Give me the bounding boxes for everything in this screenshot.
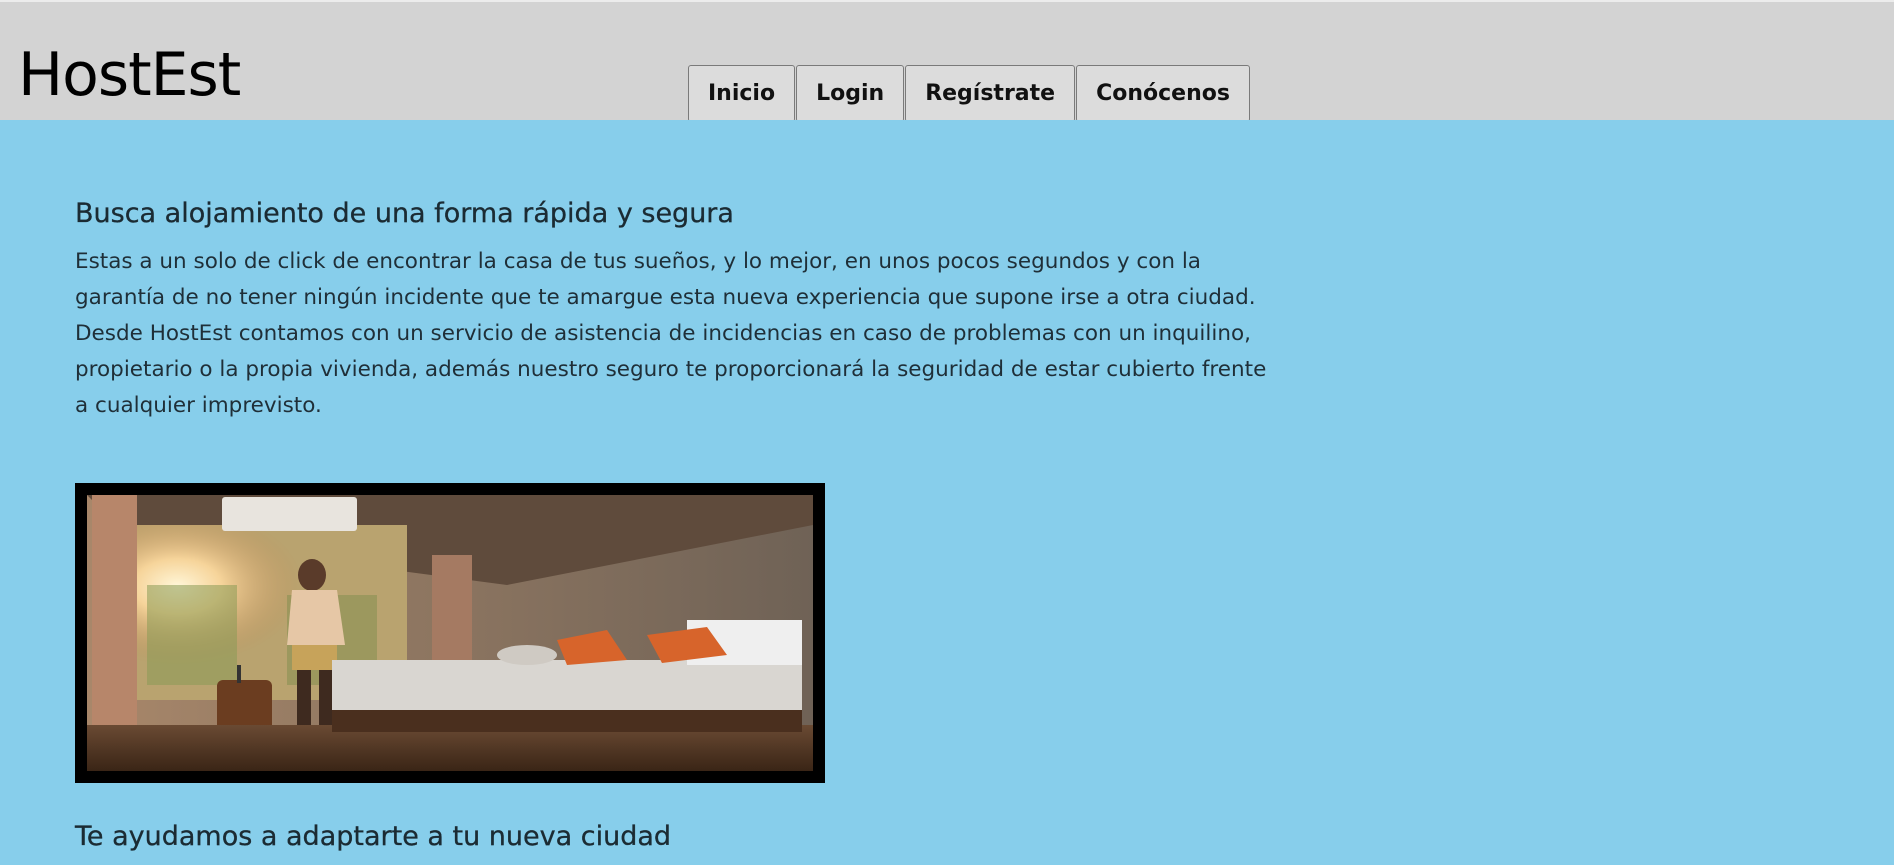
main-content: Busca alojamiento de una forma rápida y … [0,120,1894,865]
section-title-adapt: Te ayudamos a adaptarte a tu nueva ciuda… [75,821,672,852]
main-nav: Inicio Login Regístrate Conócenos [688,65,1250,122]
nav-button-inicio[interactable]: Inicio [688,65,796,122]
nav-button-registrate[interactable]: Regístrate [905,65,1076,122]
page-edge [1894,0,1898,865]
hotel-room-illustration [87,495,813,771]
section-text-search: Estas a un solo de click de encontrar la… [75,249,1267,418]
hero-image-frame [75,483,825,783]
nav-button-conocenos[interactable]: Conócenos [1076,65,1250,122]
hotel-room-image [87,495,813,771]
section-title-search: Busca alojamiento de una forma rápida y … [75,198,734,229]
site-logo[interactable]: HostEst [18,40,241,110]
page: HostEst Inicio Login Regístrate Conóceno… [0,0,1898,865]
nav-button-login[interactable]: Login [796,65,905,122]
site-header: HostEst Inicio Login Regístrate Conóceno… [0,0,1894,122]
